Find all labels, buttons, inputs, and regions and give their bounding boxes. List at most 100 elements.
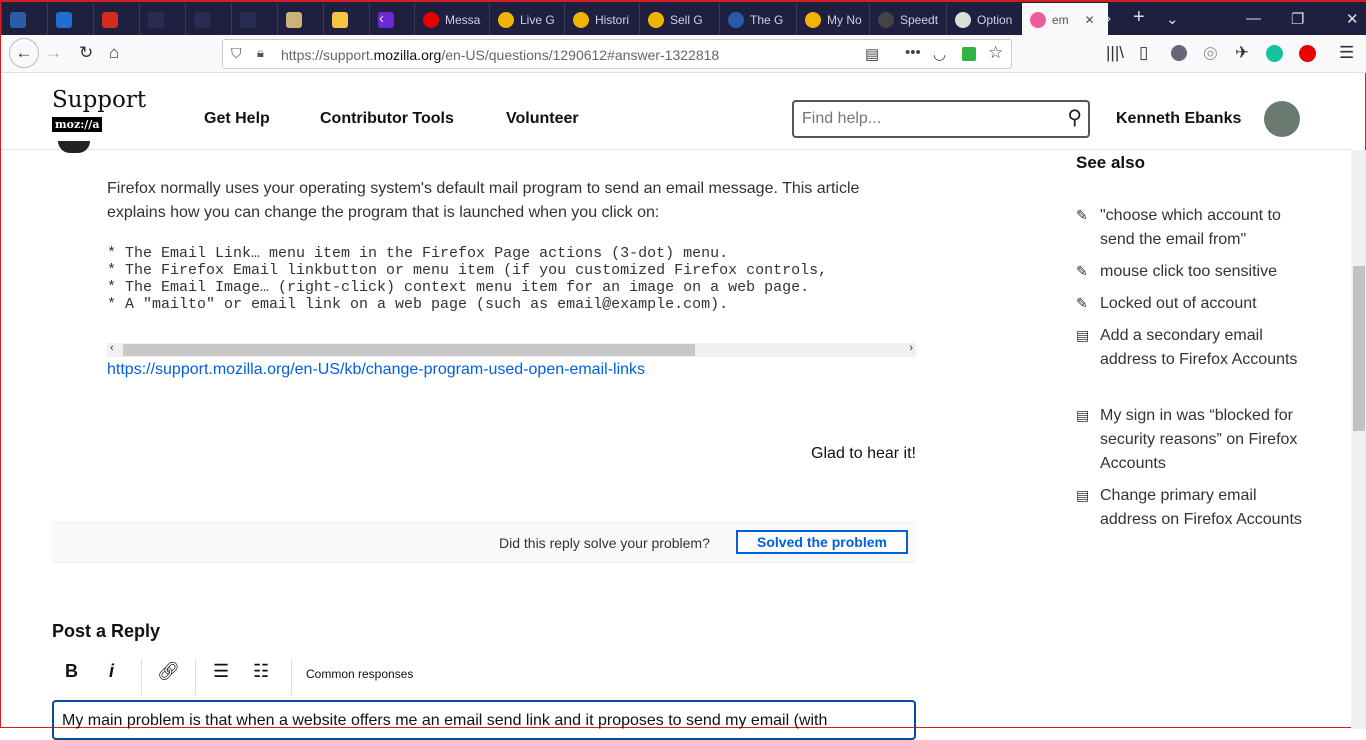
tab-list-icon[interactable]: ⌄ xyxy=(1166,10,1179,28)
divider xyxy=(195,659,196,695)
solved-button[interactable]: Solved the problem xyxy=(736,530,908,554)
tab-favicon-icon xyxy=(10,11,26,28)
tab-favicon-icon xyxy=(805,11,821,28)
url-bar[interactable]: ⛉ 🔒︎ https://support.mozilla.org/en-US/q… xyxy=(222,39,1012,69)
tab[interactable]: Live G xyxy=(489,3,564,36)
tab[interactable]: My No xyxy=(796,3,869,36)
tab[interactable]: Sell G xyxy=(639,3,719,36)
tab-label: Sell G xyxy=(670,12,703,27)
search-box: ⚲ xyxy=(792,100,1090,138)
logo-mozilla[interactable]: moz://a xyxy=(52,117,103,132)
common-responses-button[interactable]: Common responses xyxy=(306,667,413,681)
nav-contributor-tools[interactable]: Contributor Tools xyxy=(320,110,454,128)
menu-icon[interactable]: ☰ xyxy=(1339,43,1354,63)
tab[interactable]: Messa xyxy=(414,3,489,36)
restore-icon[interactable]: ❐ xyxy=(1291,10,1304,28)
see-also-link[interactable]: Locked out of account xyxy=(1100,292,1310,316)
close-window-icon[interactable]: ✕ xyxy=(1346,10,1359,28)
pinned-tab[interactable] xyxy=(1,3,47,36)
bold-button[interactable]: B xyxy=(65,661,78,691)
pinned-tab[interactable] xyxy=(369,3,415,36)
page-scrollbar-thumb[interactable] xyxy=(1353,266,1365,431)
search-input[interactable] xyxy=(802,110,1052,128)
see-also-link[interactable]: Add a secondary email address to Firefox… xyxy=(1100,324,1310,372)
new-tab-icon[interactable]: + xyxy=(1133,6,1145,29)
opera-icon[interactable] xyxy=(1299,45,1316,62)
code-block: * The Email Link… menu item in the Firef… xyxy=(107,245,916,343)
reply-textarea[interactable]: My main problem is that when a website o… xyxy=(52,700,916,740)
extension-icon[interactable]: ◎ xyxy=(1203,43,1218,63)
tab-favicon-icon xyxy=(728,11,744,28)
pinned-tab[interactable] xyxy=(93,3,139,36)
scroll-right-icon[interactable]: › xyxy=(909,342,913,354)
pinned-tab[interactable] xyxy=(185,3,231,36)
tab-label: My No xyxy=(827,12,862,27)
tab-favicon-icon xyxy=(102,11,118,28)
pinned-tab[interactable] xyxy=(323,3,369,36)
see-also-link[interactable]: Change primary email address on Firefox … xyxy=(1100,484,1310,532)
close-tab-icon[interactable]: ✕ xyxy=(1085,13,1095,27)
tab[interactable]: Option xyxy=(946,3,1022,36)
pinned-tab[interactable] xyxy=(47,3,93,36)
pinned-tab[interactable] xyxy=(231,3,277,36)
bulleted-list-icon[interactable]: ☷ xyxy=(253,661,269,691)
logo-support[interactable]: Support xyxy=(52,87,146,113)
code-line: * The Email Image… (right-click) context… xyxy=(107,279,810,296)
tabs-scroll-right-icon[interactable]: › xyxy=(1106,10,1111,27)
extension-icon[interactable] xyxy=(1171,45,1187,61)
tab-favicon-icon xyxy=(423,11,439,28)
tab-favicon-icon xyxy=(240,11,256,28)
tab[interactable]: Speedt xyxy=(869,3,946,36)
question-edit-icon: ✎ xyxy=(1076,207,1088,223)
home-button[interactable]: ⌂ xyxy=(109,43,119,63)
kb-article-link[interactable]: https://support.mozilla.org/en-US/kb/cha… xyxy=(107,361,645,379)
page-scrollbar[interactable] xyxy=(1351,150,1366,729)
forward-button[interactable]: → xyxy=(45,43,62,63)
library-icon[interactable]: |||\ xyxy=(1106,43,1124,63)
tab-favicon-icon xyxy=(148,11,164,28)
tab-label: em xyxy=(1052,12,1069,27)
numbered-list-icon[interactable]: ☰ xyxy=(213,661,229,691)
grammarly-icon[interactable] xyxy=(1266,45,1283,62)
extension-icon[interactable]: ✈ xyxy=(1235,43,1249,63)
bookmark-star-icon[interactable]: ☆ xyxy=(988,43,1003,63)
search-icon[interactable]: ⚲ xyxy=(1067,105,1082,130)
scroll-left-icon[interactable]: ‹ xyxy=(110,342,114,354)
sidebar-icon[interactable]: ▯ xyxy=(1139,43,1148,63)
extension-icon[interactable] xyxy=(962,47,976,61)
pinned-tab[interactable] xyxy=(139,3,185,36)
user-name[interactable]: Kenneth Ebanks xyxy=(1116,110,1241,128)
scrollbar-thumb[interactable] xyxy=(123,344,695,356)
tab[interactable]: Histori xyxy=(564,3,639,36)
nav-get-help[interactable]: Get Help xyxy=(204,110,270,128)
pinned-tab[interactable] xyxy=(277,3,323,36)
see-also-link[interactable]: mouse click too sensitive xyxy=(1100,260,1310,284)
see-also-link[interactable]: "choose which account to send the email … xyxy=(1100,204,1310,252)
divider xyxy=(291,659,292,695)
pocket-icon[interactable]: ◡ xyxy=(933,45,946,63)
article-icon: ▤ xyxy=(1076,407,1090,423)
url-text[interactable]: https://support.mozilla.org/en-US/questi… xyxy=(281,47,719,63)
reader-view-icon[interactable]: ▤ xyxy=(865,45,879,63)
solved-question: Did this reply solve your problem? xyxy=(499,535,710,551)
tab[interactable]: em ✕ xyxy=(1022,3,1108,36)
tabs-scroll-left-icon[interactable]: ‹ xyxy=(379,10,384,27)
more-actions-icon[interactable]: ••• xyxy=(905,44,921,61)
minimize-icon[interactable]: — xyxy=(1246,10,1261,27)
tab-label: Option xyxy=(977,12,1013,27)
reload-button[interactable]: ↻ xyxy=(79,43,93,63)
nav-volunteer[interactable]: Volunteer xyxy=(506,110,579,128)
code-scrollbar[interactable]: ‹ › xyxy=(107,342,916,357)
see-also-link[interactable]: My sign in was “blocked for security rea… xyxy=(1100,404,1310,476)
lock-icon: 🔒︎ xyxy=(257,45,264,60)
url-domain: mozilla.org xyxy=(373,47,442,63)
link-icon[interactable]: 🔗︎ xyxy=(157,661,180,691)
tab-favicon-icon xyxy=(648,11,664,28)
tab[interactable]: The G xyxy=(719,3,796,36)
back-button[interactable]: ← xyxy=(9,38,39,68)
avatar[interactable] xyxy=(1264,101,1300,137)
italic-button[interactable]: i xyxy=(109,661,114,691)
tab-favicon-icon xyxy=(1030,11,1046,28)
post-reply-title: Post a Reply xyxy=(52,621,161,641)
url-path: /en-US/questions/1290612#answer-1322818 xyxy=(441,47,720,63)
